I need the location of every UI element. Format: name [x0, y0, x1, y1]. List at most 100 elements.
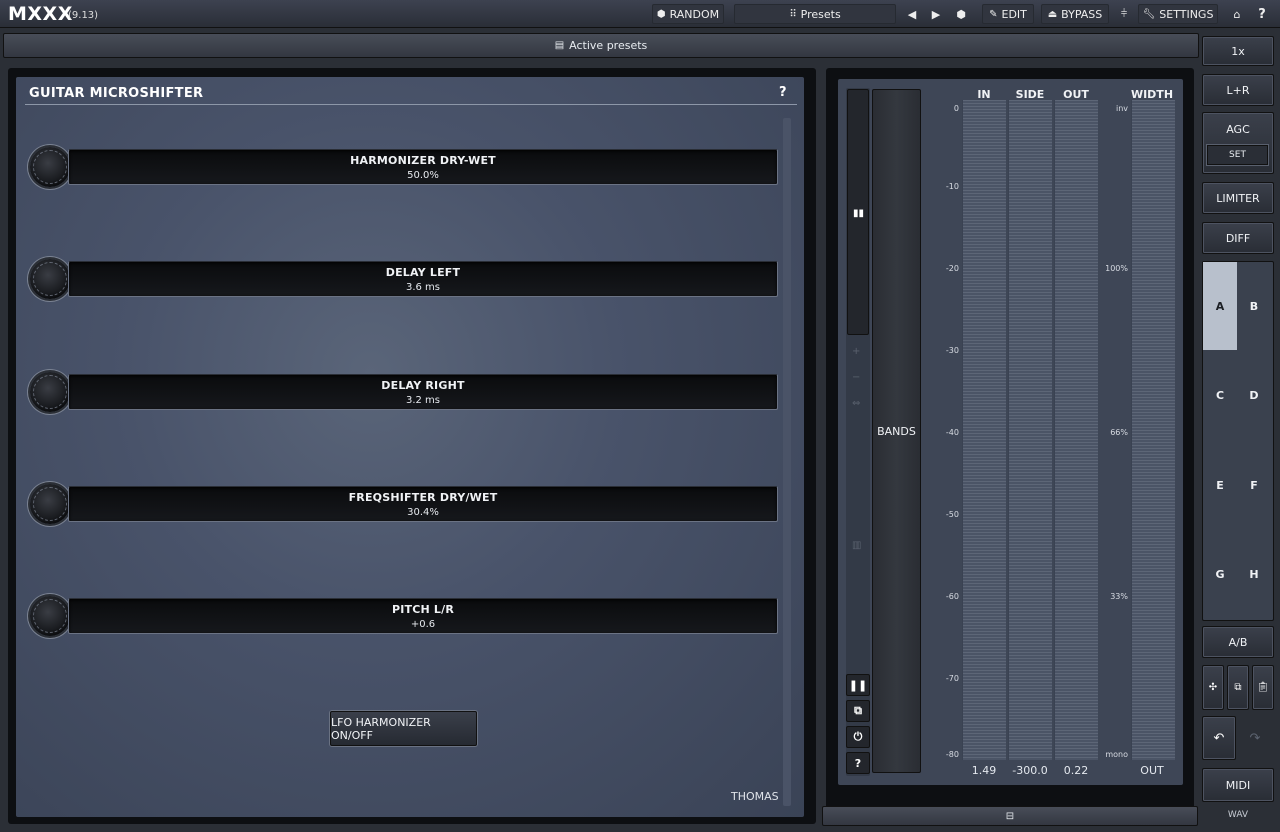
previous-preset-button[interactable]: ◀ [902, 4, 922, 24]
lfo-harmonizer-toggle-button[interactable]: LFO HARMONIZER ON/OFF [330, 711, 477, 746]
arrow-right-icon: ▶ [931, 7, 941, 21]
meter-range-slider[interactable]: ▮▮ [847, 89, 869, 335]
meter-out-value: 0.22 [1063, 764, 1089, 777]
slot-c[interactable]: C [1203, 351, 1237, 439]
next-preset-button[interactable]: ▶ [926, 4, 946, 24]
undo-icon: ↶ [1213, 730, 1225, 746]
db-tick: -50 [945, 510, 959, 519]
wav-button[interactable]: WAV [1202, 810, 1274, 820]
slot-a[interactable]: A [1203, 262, 1237, 350]
home-button[interactable]: ⌂ [1228, 4, 1246, 24]
pitch-lr-slider[interactable]: PITCH L/R +0.6 [68, 598, 778, 634]
slider-label: PITCH L/R [391, 603, 455, 616]
power-button[interactable]: ⏻ [846, 726, 870, 748]
meter-in-value: 1.49 [971, 764, 997, 777]
db-tick: 0 [953, 104, 959, 113]
panel-scrollbar[interactable] [783, 118, 791, 806]
randomize-slot-button[interactable]: ✣ [1202, 665, 1224, 710]
meter-help-button[interactable]: ? [846, 752, 870, 774]
route-button[interactable]: ⫩ [1114, 4, 1134, 24]
popout-button[interactable]: ⧉ [846, 700, 870, 722]
copy-button[interactable]: ⧉ [1227, 665, 1249, 710]
width-tick: inv [1115, 104, 1128, 113]
slider-value: 3.2 ms [405, 395, 441, 406]
redo-button[interactable]: ↷ [1238, 716, 1272, 760]
delay-right-knob[interactable] [30, 372, 70, 412]
slider-label: HARMONIZER DRY-WET [350, 154, 496, 167]
copy-icon: ⧉ [1234, 682, 1242, 693]
slider-label: DELAY LEFT [385, 266, 461, 279]
active-presets-bar[interactable]: ▤ Active presets [3, 33, 1199, 58]
slot-d[interactable]: D [1237, 351, 1271, 439]
grid-icon: ⠿ [789, 8, 797, 20]
zoom-button[interactable]: 1x [1202, 36, 1274, 66]
presets-button[interactable]: ⠿ Presets [734, 4, 896, 24]
meter-in [962, 100, 1006, 760]
meter-side-value: -300.0 [1012, 764, 1048, 777]
db-tick: -80 [945, 750, 959, 759]
app-version: (9.13) [68, 10, 99, 21]
db-tick: -20 [945, 264, 959, 273]
width-tick: 100% [1105, 264, 1128, 273]
expand-icon: ⇔ [852, 398, 861, 409]
delay-left-knob[interactable] [30, 259, 70, 299]
edit-button[interactable]: ✎ EDIT [982, 4, 1034, 24]
meter-side [1008, 100, 1052, 760]
db-tick: -60 [945, 592, 959, 601]
slider-value: 3.6 ms [405, 282, 441, 293]
slot-g[interactable]: G [1203, 530, 1237, 618]
pause-button[interactable]: ❚❚ [846, 674, 870, 696]
random-button[interactable]: ⬢ RANDOM [652, 4, 724, 24]
minus-icon: − [852, 372, 861, 383]
slot-h[interactable]: H [1237, 530, 1271, 618]
home-icon: ⌂ [1233, 7, 1241, 21]
preset-list-icon: ▤ [554, 40, 565, 51]
slot-f[interactable]: F [1237, 441, 1271, 529]
plus-icon: + [852, 346, 861, 357]
paste-button[interactable]: 📋︎ [1252, 665, 1274, 710]
channel-mode-button[interactable]: L+R [1202, 74, 1274, 106]
delay-left-slider[interactable]: DELAY LEFT 3.6 ms [68, 261, 778, 297]
help-button[interactable]: ? [1252, 4, 1272, 24]
wrench-icon: 🔧︎ [1142, 8, 1156, 20]
pitch-lr-knob[interactable] [30, 596, 70, 636]
midi-button[interactable]: MIDI [1202, 768, 1274, 802]
ab-button[interactable]: A/B [1202, 626, 1274, 658]
pause-icon: ❚❚ [848, 678, 868, 692]
meter-width-mode[interactable]: OUT [1128, 764, 1176, 777]
harmonizer-dry-wet-slider[interactable]: HARMONIZER DRY-WET 50.0% [68, 149, 778, 185]
width-tick: 66% [1110, 428, 1128, 437]
freqshifter-dry-wet-knob[interactable] [30, 484, 70, 524]
bands-button[interactable]: BANDS [872, 89, 921, 773]
settings-button[interactable]: 🔧︎ SETTINGS [1138, 4, 1218, 24]
harmonizer-dry-wet-knob[interactable] [30, 147, 70, 187]
slot-e[interactable]: E [1203, 441, 1237, 529]
power-icon: ⏻ [853, 730, 863, 743]
paste-icon: 📋︎ [1256, 682, 1270, 693]
delay-right-slider[interactable]: DELAY RIGHT 3.2 ms [68, 374, 778, 410]
slider-label: DELAY RIGHT [381, 379, 465, 392]
agc-label: AGC [1226, 123, 1250, 136]
app-title: MXXX [8, 3, 73, 25]
meter-width [1131, 100, 1175, 760]
slider-label: FREQSHIFTER DRY/WET [348, 491, 498, 504]
diff-button[interactable]: DIFF [1202, 222, 1274, 254]
preset-author: THOMAS [731, 790, 779, 803]
agc-set-button[interactable]: SET [1207, 145, 1268, 165]
slider-value: 50.0% [407, 170, 439, 181]
panel-help-button[interactable]: ? [779, 85, 787, 100]
dice-icon: ⬢ [656, 8, 666, 20]
controls-panel [16, 77, 804, 817]
freqshifter-dry-wet-slider[interactable]: FREQSHIFTER DRY/WET 30.4% [68, 486, 778, 522]
meter-out [1054, 100, 1098, 760]
collapse-bar[interactable]: ⊟ [822, 806, 1198, 826]
route-icon: ⫩ [1120, 7, 1128, 20]
bypass-button[interactable]: ⏏ BYPASS [1041, 4, 1109, 24]
pencil-icon: ✎ [989, 8, 998, 20]
undo-button[interactable]: ↶ [1202, 716, 1236, 760]
limiter-button[interactable]: LIMITER [1202, 182, 1274, 214]
randomize-preset-button[interactable]: ⬢ [950, 4, 972, 24]
db-tick: -40 [945, 428, 959, 437]
collapse-icon: ⊟ [1005, 810, 1015, 822]
slot-b[interactable]: B [1237, 262, 1271, 350]
